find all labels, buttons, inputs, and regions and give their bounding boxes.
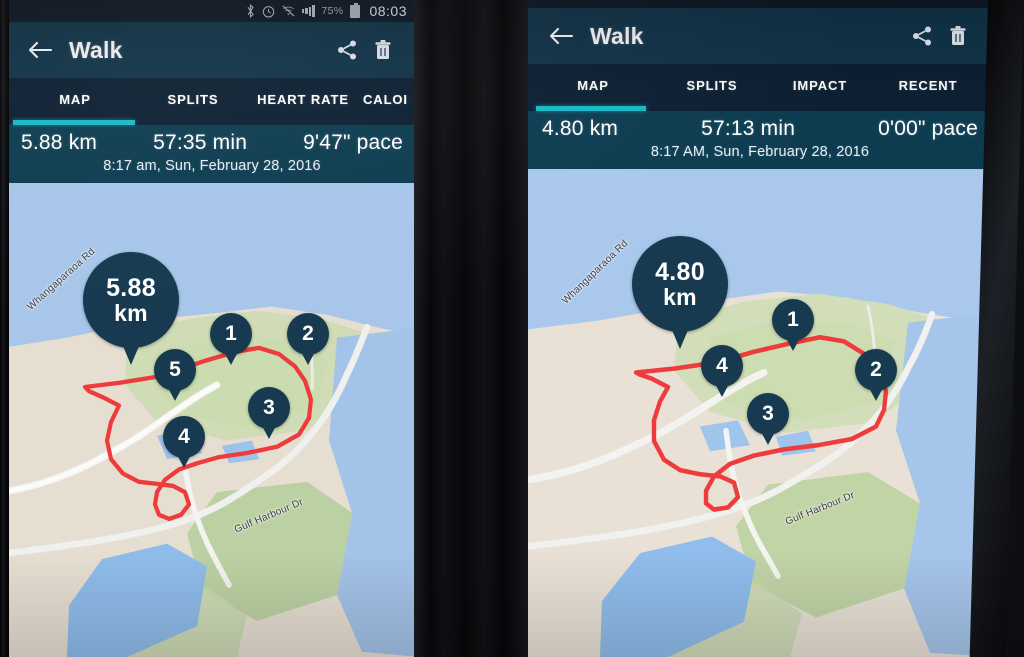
page-title: Walk: [590, 22, 644, 49]
tab-indicator-track: [7, 120, 417, 125]
stat-duration: 57:35 min: [153, 131, 248, 154]
map-marker-3[interactable]: 3: [747, 393, 789, 445]
signal-bars-icon: [301, 5, 315, 17]
share-icon[interactable]: [329, 32, 365, 68]
total-distance-value: 4.80: [655, 257, 705, 286]
tab-heart-rate[interactable]: HEART RATE: [243, 92, 363, 107]
app-bar: Walk: [7, 22, 417, 78]
tab-indicator-active: [13, 120, 135, 125]
tab-recent[interactable]: RECENT: [874, 78, 982, 93]
stat-distance: 4.80 km: [542, 117, 619, 140]
trash-icon[interactable]: [940, 18, 976, 54]
stat-pace: 9'47" pace: [303, 131, 403, 154]
map-marker-1[interactable]: 1: [210, 313, 252, 365]
tab-bar-right: MAP SPLITS IMPACT RECENT: [528, 64, 992, 111]
back-arrow-icon[interactable]: [23, 33, 57, 67]
map-marker-1[interactable]: 1: [772, 299, 814, 351]
bluetooth-icon: [246, 4, 255, 18]
map-marker-2[interactable]: 2: [855, 349, 897, 401]
screenshot-stage: 75% 08:03 Walk MAP SPLITS HEART RATE CAL…: [0, 0, 1024, 657]
back-arrow-icon[interactable]: [544, 19, 578, 53]
summary-stats-right: 4.80 km 57:13 min 0'00" pace 8:17 AM, Su…: [528, 111, 992, 169]
summary-stats: 5.88 km 57:35 min 9'47" pace 8:17 am, Su…: [7, 125, 417, 183]
phone-bezel-gap: [414, 0, 528, 657]
share-icon[interactable]: [904, 18, 940, 54]
phone-right: Walk MAP SPLITS IMPACT RECENT 4.80 km 57…: [528, 0, 992, 657]
map-marker-4[interactable]: 4: [163, 416, 205, 468]
tab-impact[interactable]: IMPACT: [766, 78, 874, 93]
tab-map[interactable]: MAP: [528, 78, 658, 93]
wifi-off-icon: [282, 5, 295, 17]
map-total-distance-marker[interactable]: 5.88 km: [83, 252, 179, 365]
map-canvas: [7, 183, 417, 657]
stat-duration: 57:13 min: [701, 117, 796, 140]
phone-right-screen: Walk MAP SPLITS IMPACT RECENT 4.80 km 57…: [528, 0, 992, 657]
route-map-right[interactable]: Whangaparaoa Rd Gulf Harbour Dr 4.80 km …: [528, 169, 992, 657]
tab-indicator-active: [536, 106, 646, 111]
stat-datetime: 8:17 am, Sun, February 28, 2016: [103, 158, 321, 174]
map-marker-2[interactable]: 2: [287, 313, 329, 365]
stat-datetime: 8:17 AM, Sun, February 28, 2016: [650, 144, 870, 160]
stat-pace: 0'00" pace: [878, 117, 978, 140]
alarm-clock-icon: [262, 5, 275, 18]
map-marker-3[interactable]: 3: [248, 387, 290, 439]
map-total-distance-marker[interactable]: 4.80 km: [632, 236, 728, 349]
tab-map[interactable]: MAP: [7, 92, 143, 107]
total-distance-value: 5.88: [106, 273, 156, 302]
status-clock: 08:03: [369, 3, 407, 19]
battery-percent-label: 75%: [321, 5, 344, 17]
phone-left-screen: 75% 08:03 Walk MAP SPLITS HEART RATE CAL…: [7, 0, 417, 657]
tab-splits[interactable]: SPLITS: [143, 92, 243, 107]
status-bar: 75% 08:03: [7, 0, 417, 22]
map-marker-4[interactable]: 4: [701, 345, 743, 397]
app-bar-right: Walk: [528, 8, 992, 64]
tab-bar: MAP SPLITS HEART RATE CALOI: [7, 78, 417, 125]
battery-icon: [350, 2, 361, 18]
trash-icon[interactable]: [365, 32, 401, 68]
route-map-left[interactable]: Whangaparaoa Rd Gulf Harbour Dr 5.88 km …: [7, 183, 417, 657]
tab-calories[interactable]: CALOI: [363, 92, 417, 107]
tab-indicator-track: [528, 106, 992, 111]
stat-distance: 5.88 km: [21, 131, 98, 154]
phone-left: 75% 08:03 Walk MAP SPLITS HEART RATE CAL…: [7, 0, 417, 657]
tab-splits[interactable]: SPLITS: [658, 78, 766, 93]
status-bar-right: [528, 0, 992, 8]
total-distance-unit: km: [663, 284, 697, 311]
page-title: Walk: [69, 36, 123, 63]
total-distance-unit: km: [114, 300, 148, 327]
